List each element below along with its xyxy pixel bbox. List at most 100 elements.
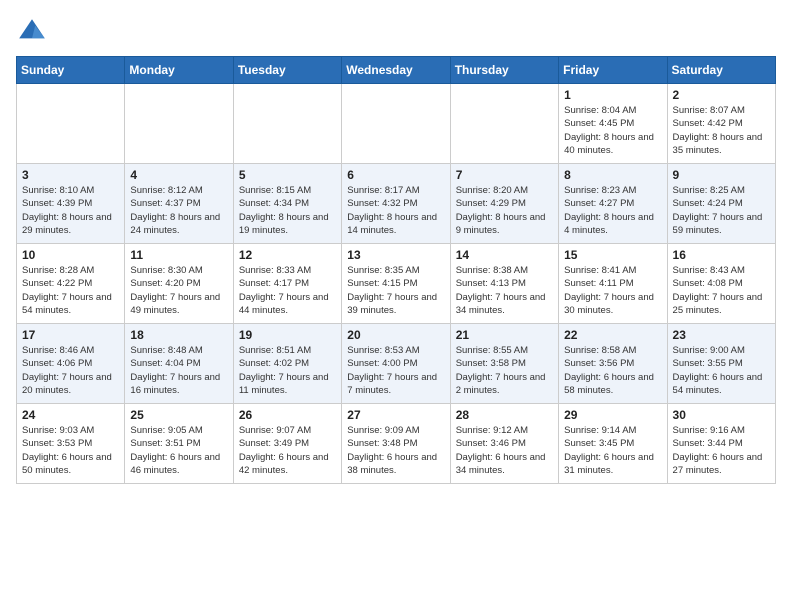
day-number: 20	[347, 328, 444, 342]
day-number: 13	[347, 248, 444, 262]
calendar-cell: 16 Sunrise: 8:43 AM Sunset: 4:08 PM Dayli…	[667, 244, 775, 324]
calendar-cell: 27 Sunrise: 9:09 AM Sunset: 3:48 PM Dayli…	[342, 404, 450, 484]
weekday-header-row: SundayMondayTuesdayWednesdayThursdayFrid…	[17, 57, 776, 84]
day-info: Sunrise: 8:12 AM Sunset: 4:37 PM Dayligh…	[130, 184, 227, 237]
day-number: 24	[22, 408, 119, 422]
day-info: Sunrise: 9:05 AM Sunset: 3:51 PM Dayligh…	[130, 424, 227, 477]
day-info: Sunrise: 9:03 AM Sunset: 3:53 PM Dayligh…	[22, 424, 119, 477]
calendar-cell: 1 Sunrise: 8:04 AM Sunset: 4:45 PM Daylig…	[559, 84, 667, 164]
week-row: 10Sunrise: 8:28 AM Sunset: 4:22 PM Dayli…	[17, 244, 776, 324]
calendar-cell: 5 Sunrise: 8:15 AM Sunset: 4:34 PM Daylig…	[233, 164, 341, 244]
day-info: Sunrise: 9:07 AM Sunset: 3:49 PM Dayligh…	[239, 424, 336, 477]
logo	[16, 16, 52, 48]
day-info: Sunrise: 8:25 AM Sunset: 4:24 PM Dayligh…	[673, 184, 770, 237]
calendar-cell: 19 Sunrise: 8:51 AM Sunset: 4:02 PM Dayli…	[233, 324, 341, 404]
calendar-cell: 17 Sunrise: 8:46 AM Sunset: 4:06 PM Dayli…	[17, 324, 125, 404]
day-number: 14	[456, 248, 553, 262]
weekday-header: Tuesday	[233, 57, 341, 84]
day-number: 21	[456, 328, 553, 342]
weekday-header: Wednesday	[342, 57, 450, 84]
day-info: Sunrise: 9:14 AM Sunset: 3:45 PM Dayligh…	[564, 424, 661, 477]
calendar-cell: 18 Sunrise: 8:48 AM Sunset: 4:04 PM Dayli…	[125, 324, 233, 404]
calendar-cell: 4 Sunrise: 8:12 AM Sunset: 4:37 PM Daylig…	[125, 164, 233, 244]
day-info: Sunrise: 8:33 AM Sunset: 4:17 PM Dayligh…	[239, 264, 336, 317]
calendar-cell: 6Sunrise: 8:17 AM Sunset: 4:32 PM Daylig…	[342, 164, 450, 244]
calendar-cell: 13 Sunrise: 8:35 AM Sunset: 4:15 PM Dayli…	[342, 244, 450, 324]
day-info: Sunrise: 8:43 AM Sunset: 4:08 PM Dayligh…	[673, 264, 770, 317]
day-info: Sunrise: 8:51 AM Sunset: 4:02 PM Dayligh…	[239, 344, 336, 397]
day-number: 8	[564, 168, 661, 182]
day-info: Sunrise: 8:46 AM Sunset: 4:06 PM Dayligh…	[22, 344, 119, 397]
day-number: 16	[673, 248, 770, 262]
day-number: 26	[239, 408, 336, 422]
calendar-cell	[17, 84, 125, 164]
day-info: Sunrise: 8:23 AM Sunset: 4:27 PM Dayligh…	[564, 184, 661, 237]
day-number: 11	[130, 248, 227, 262]
day-number: 12	[239, 248, 336, 262]
day-info: Sunrise: 8:53 AM Sunset: 4:00 PM Dayligh…	[347, 344, 444, 397]
calendar-cell: 25 Sunrise: 9:05 AM Sunset: 3:51 PM Dayli…	[125, 404, 233, 484]
day-number: 27	[347, 408, 444, 422]
day-number: 25	[130, 408, 227, 422]
day-number: 28	[456, 408, 553, 422]
calendar-cell: 2 Sunrise: 8:07 AM Sunset: 4:42 PM Daylig…	[667, 84, 775, 164]
weekday-header: Friday	[559, 57, 667, 84]
day-info: Sunrise: 9:00 AM Sunset: 3:55 PM Dayligh…	[673, 344, 770, 397]
logo-icon	[16, 16, 48, 48]
day-number: 1	[564, 88, 661, 102]
day-info: Sunrise: 8:35 AM Sunset: 4:15 PM Dayligh…	[347, 264, 444, 317]
week-row: 17 Sunrise: 8:46 AM Sunset: 4:06 PM Dayli…	[17, 324, 776, 404]
day-info: Sunrise: 9:16 AM Sunset: 3:44 PM Dayligh…	[673, 424, 770, 477]
weekday-header: Sunday	[17, 57, 125, 84]
day-info: Sunrise: 8:55 AM Sunset: 3:58 PM Dayligh…	[456, 344, 553, 397]
calendar-cell: 14 Sunrise: 8:38 AM Sunset: 4:13 PM Dayli…	[450, 244, 558, 324]
day-number: 19	[239, 328, 336, 342]
day-info: Sunrise: 8:41 AM Sunset: 4:11 PM Dayligh…	[564, 264, 661, 317]
day-info: Sunrise: 8:04 AM Sunset: 4:45 PM Dayligh…	[564, 104, 661, 157]
day-number: 22	[564, 328, 661, 342]
calendar-cell: 23 Sunrise: 9:00 AM Sunset: 3:55 PM Dayli…	[667, 324, 775, 404]
calendar-cell	[233, 84, 341, 164]
day-number: 4	[130, 168, 227, 182]
week-row: 3Sunrise: 8:10 AM Sunset: 4:39 PM Daylig…	[17, 164, 776, 244]
day-number: 10	[22, 248, 119, 262]
calendar-cell: 7 Sunrise: 8:20 AM Sunset: 4:29 PM Daylig…	[450, 164, 558, 244]
day-number: 15	[564, 248, 661, 262]
calendar-cell: 24 Sunrise: 9:03 AM Sunset: 3:53 PM Dayli…	[17, 404, 125, 484]
calendar-cell	[125, 84, 233, 164]
calendar-cell: 21 Sunrise: 8:55 AM Sunset: 3:58 PM Dayli…	[450, 324, 558, 404]
day-info: Sunrise: 8:30 AM Sunset: 4:20 PM Dayligh…	[130, 264, 227, 317]
day-info: Sunrise: 8:20 AM Sunset: 4:29 PM Dayligh…	[456, 184, 553, 237]
calendar-cell: 30 Sunrise: 9:16 AM Sunset: 3:44 PM Dayli…	[667, 404, 775, 484]
calendar-cell	[450, 84, 558, 164]
day-info: Sunrise: 8:15 AM Sunset: 4:34 PM Dayligh…	[239, 184, 336, 237]
weekday-header: Saturday	[667, 57, 775, 84]
day-number: 5	[239, 168, 336, 182]
calendar-cell: 10Sunrise: 8:28 AM Sunset: 4:22 PM Dayli…	[17, 244, 125, 324]
calendar-cell: 9 Sunrise: 8:25 AM Sunset: 4:24 PM Daylig…	[667, 164, 775, 244]
week-row: 24 Sunrise: 9:03 AM Sunset: 3:53 PM Dayli…	[17, 404, 776, 484]
day-number: 9	[673, 168, 770, 182]
calendar-cell: 28Sunrise: 9:12 AM Sunset: 3:46 PM Dayli…	[450, 404, 558, 484]
day-info: Sunrise: 8:07 AM Sunset: 4:42 PM Dayligh…	[673, 104, 770, 157]
day-number: 2	[673, 88, 770, 102]
week-row: 1 Sunrise: 8:04 AM Sunset: 4:45 PM Daylig…	[17, 84, 776, 164]
day-number: 18	[130, 328, 227, 342]
calendar-cell: 20 Sunrise: 8:53 AM Sunset: 4:00 PM Dayli…	[342, 324, 450, 404]
day-number: 17	[22, 328, 119, 342]
weekday-header: Monday	[125, 57, 233, 84]
calendar-cell: 15 Sunrise: 8:41 AM Sunset: 4:11 PM Dayli…	[559, 244, 667, 324]
day-number: 23	[673, 328, 770, 342]
day-number: 29	[564, 408, 661, 422]
calendar-cell: 26 Sunrise: 9:07 AM Sunset: 3:49 PM Dayli…	[233, 404, 341, 484]
day-number: 7	[456, 168, 553, 182]
day-number: 30	[673, 408, 770, 422]
calendar-cell: 12 Sunrise: 8:33 AM Sunset: 4:17 PM Dayli…	[233, 244, 341, 324]
day-info: Sunrise: 8:48 AM Sunset: 4:04 PM Dayligh…	[130, 344, 227, 397]
calendar-cell	[342, 84, 450, 164]
day-info: Sunrise: 8:38 AM Sunset: 4:13 PM Dayligh…	[456, 264, 553, 317]
day-info: Sunrise: 9:09 AM Sunset: 3:48 PM Dayligh…	[347, 424, 444, 477]
calendar-cell: 11 Sunrise: 8:30 AM Sunset: 4:20 PM Dayli…	[125, 244, 233, 324]
calendar-cell: 22Sunrise: 8:58 AM Sunset: 3:56 PM Dayli…	[559, 324, 667, 404]
calendar-cell: 8 Sunrise: 8:23 AM Sunset: 4:27 PM Daylig…	[559, 164, 667, 244]
